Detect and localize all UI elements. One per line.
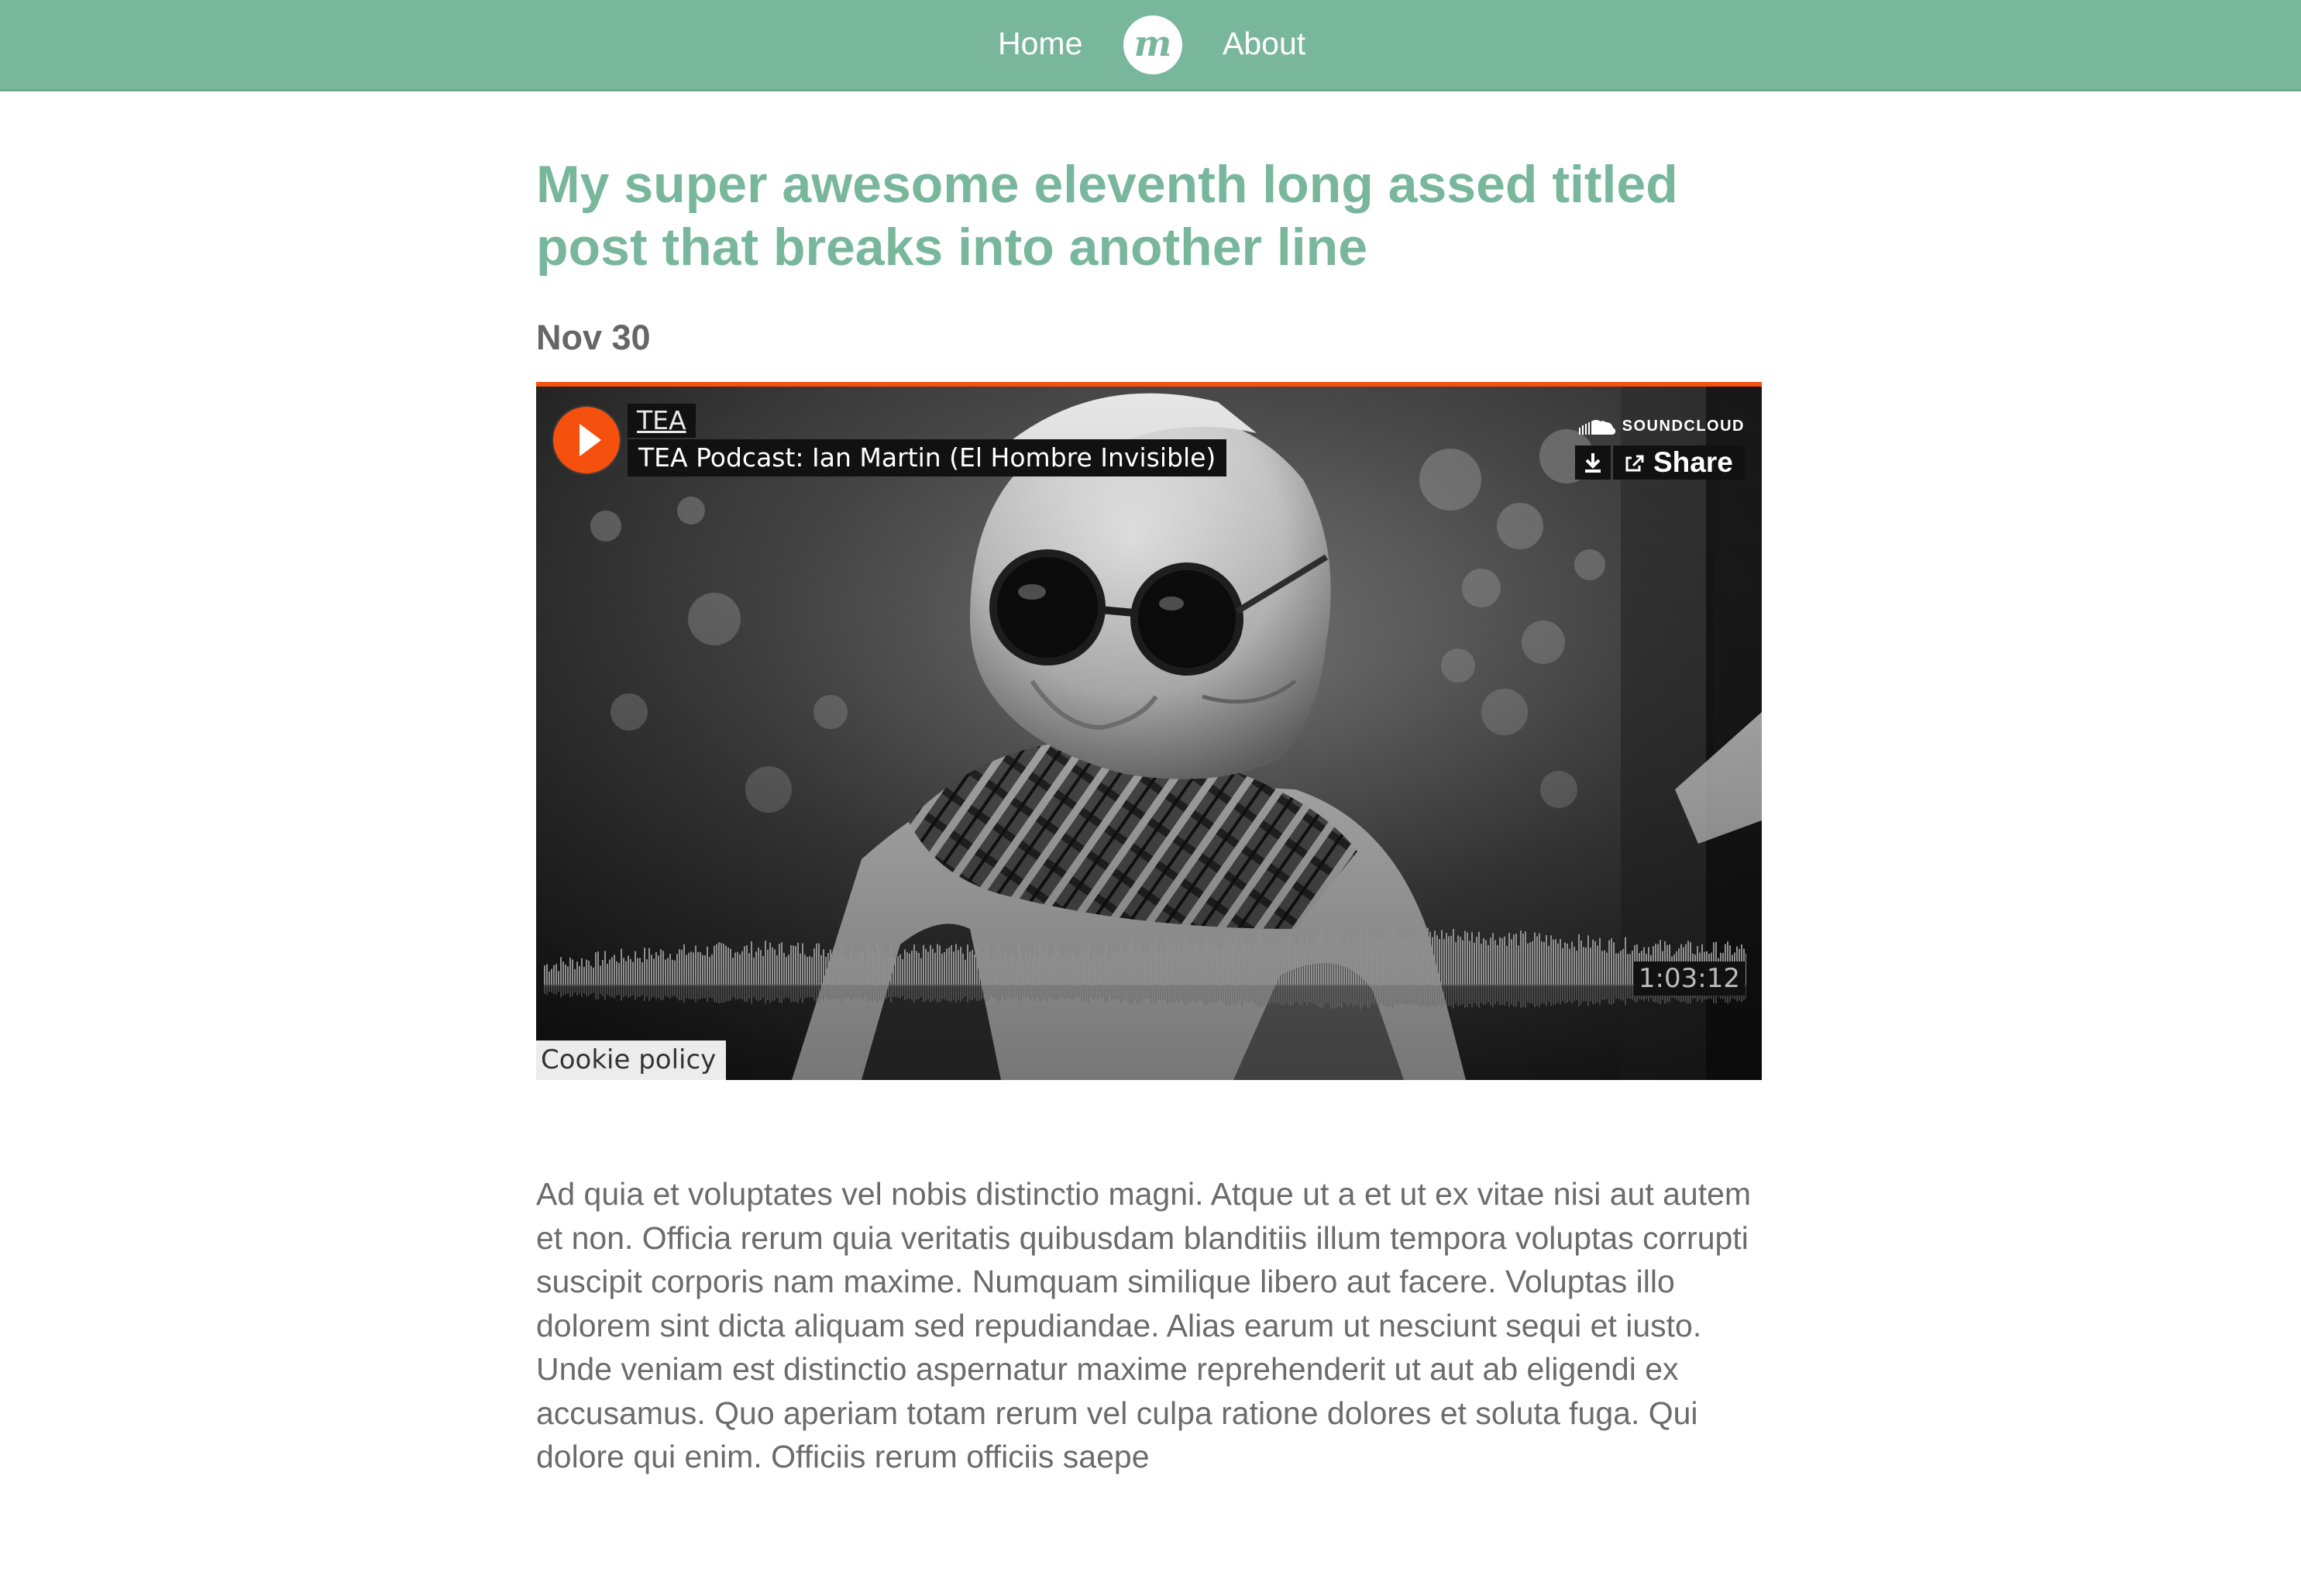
play-icon <box>580 424 601 456</box>
post-body: Ad quia et voluptates vel nobis distinct… <box>536 1176 1752 1474</box>
download-icon <box>1585 453 1601 473</box>
track-title-link[interactable]: TEA Podcast: Ian Martin (El Hombre Invis… <box>628 439 1227 476</box>
logo-m-icon: m <box>1134 22 1172 64</box>
site-logo[interactable]: m <box>1123 15 1182 74</box>
share-icon <box>1625 455 1644 472</box>
logo-letter: m <box>1134 22 1172 64</box>
cookie-policy-link[interactable]: Cookie policy <box>536 1040 726 1080</box>
track-duration: 1:03:12 <box>1633 961 1745 996</box>
soundcloud-brand-label: SOUNDCLOUD <box>1622 418 1745 435</box>
soundcloud-brand[interactable]: SOUNDCLOUD <box>1578 413 1745 439</box>
top-navigation-bar: Home m About <box>0 0 2301 91</box>
share-button[interactable]: Share <box>1613 445 1745 480</box>
soundcloud-logo-icon <box>1578 419 1615 435</box>
share-label: Share <box>1653 446 1733 478</box>
nav-home-link[interactable]: Home <box>998 21 1082 66</box>
play-button[interactable] <box>553 407 620 473</box>
nav-about-link[interactable]: About <box>1223 21 1305 66</box>
waveform[interactable] <box>544 924 1746 1013</box>
soundcloud-player: TEA TEA Podcast: Ian Martin (El Hombre I… <box>536 382 1762 1080</box>
download-button[interactable] <box>1575 445 1611 480</box>
track-user-link[interactable]: TEA <box>628 404 696 438</box>
post-title: My super awesome eleventh long assed tit… <box>536 155 1678 277</box>
post-date: Nov 30 <box>536 318 651 357</box>
